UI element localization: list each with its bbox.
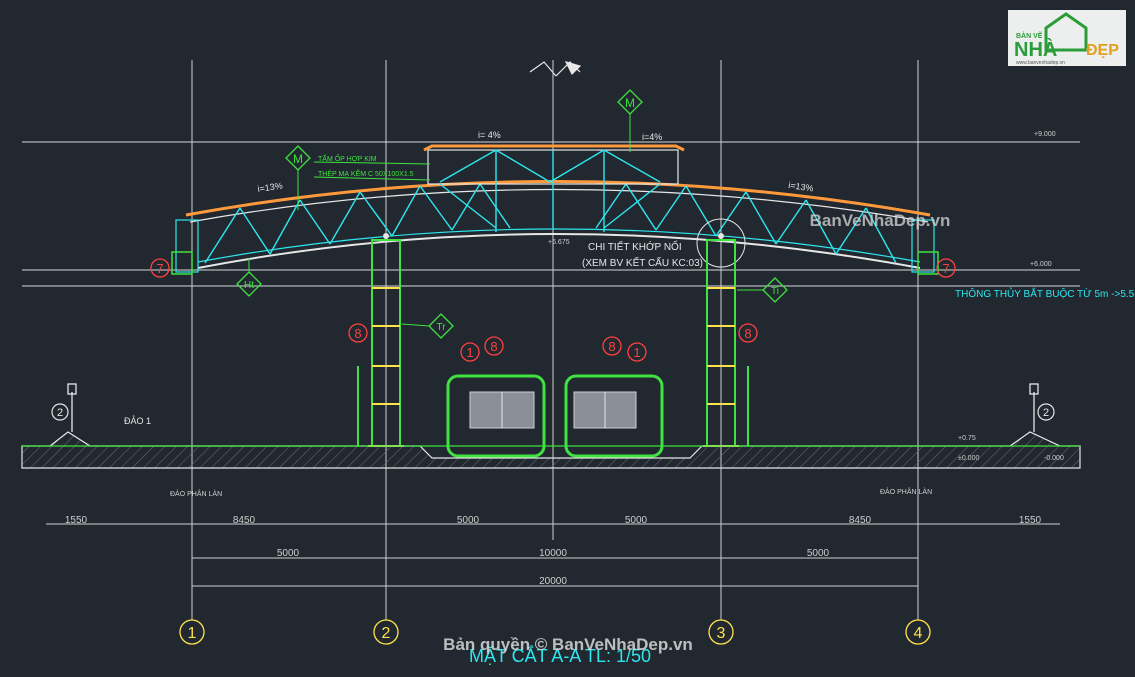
joint-note-2: (XEM BV KẾT CẤU KC:03) [582, 256, 703, 269]
tag-8-b: 8 [490, 339, 497, 354]
lamp-post-left-icon [67, 383, 77, 432]
level-ground-3: -0.000 [1044, 455, 1064, 462]
tag-tr: Tr [436, 322, 446, 333]
axis-4: 4 [914, 625, 923, 642]
tag-1-a: 1 [466, 345, 473, 360]
level-ground-1: +0.75 [958, 435, 976, 442]
lamp-post-right-icon [1029, 383, 1039, 432]
dim-5000-d: 5000 [807, 548, 830, 559]
slope-right: i=13% [788, 180, 814, 193]
slope-left: i=13% [257, 181, 283, 194]
slope-top-right: i=4% [642, 132, 662, 142]
watermark-mid: BanVeNhaDep.vn [810, 211, 951, 230]
dim-5000-a: 5000 [457, 515, 480, 526]
axis-1: 1 [188, 625, 197, 642]
logo-nha: NHÀ [1014, 38, 1057, 61]
material-label-2: THÉP MẠ KẼM C 50X100X1.5 [318, 169, 414, 178]
level-ground-2: ±0.000 [958, 455, 979, 462]
axis-gridlines [191, 60, 919, 620]
tag-8-a: 8 [354, 326, 361, 341]
logo-dep: ĐẸP [1086, 42, 1119, 59]
tag-2-right: 2 [1043, 407, 1049, 419]
cad-section-drawing: M M Ht Tr Ti 7 7 8 8 8 8 1 1 2 2 TẤM ỐP … [21, 10, 1135, 666]
dim-10000: 10000 [539, 548, 567, 559]
dim-1550-left: 1550 [65, 515, 88, 526]
axis-2: 2 [382, 625, 391, 642]
level-top: +9.000 [1034, 131, 1056, 138]
annotations: TẤM ỐP HỢP KIM THÉP MẠ KẼM C 50X100X1.5 … [124, 130, 1135, 498]
clearance-note: THÔNG THỦY BẮT BUỘC TỪ 5m ->5.5m [955, 287, 1135, 300]
watermark-bottom: Bản quyền © BanVeNhaDep.vn [443, 635, 693, 654]
level-mid: +6.675 [548, 239, 570, 246]
toll-booths [446, 374, 664, 458]
material-label-1: TẤM ỐP HỢP KIM [318, 153, 377, 163]
tag-m-left: M [293, 152, 303, 166]
logo-url: www.banvenhadep.vn [1016, 60, 1065, 66]
dim-8450-right: 8450 [849, 515, 872, 526]
axis-3: 3 [717, 625, 726, 642]
tag-2-left: 2 [57, 407, 63, 419]
dim-total: 20000 [539, 576, 567, 587]
site-logo: BẢN VẼ NHÀ ĐẸP www.banvenhadep.vn [1008, 10, 1126, 66]
level-eave: +6.000 [1030, 261, 1052, 268]
tag-m-top: M [625, 96, 635, 110]
dim-5000-b: 5000 [625, 515, 648, 526]
lane-label-right: ĐẢO PHÂN LÀN [880, 487, 932, 496]
tag-8-d: 8 [744, 326, 751, 341]
ground-section [21, 431, 1081, 469]
tag-7-right: 7 [942, 261, 949, 276]
island-label: ĐẢO 1 [124, 415, 151, 426]
dim-5000-c: 5000 [277, 548, 300, 559]
direction-marker-icon [529, 61, 582, 77]
slope-top-left: i= 4% [478, 130, 501, 140]
tag-8-c: 8 [608, 339, 615, 354]
lane-label-left: ĐẢO PHÂN LÀN [170, 489, 222, 498]
joint-note-1: CHI TIẾT KHỚP NỐI [588, 239, 682, 253]
dim-8450-left: 8450 [233, 515, 256, 526]
tag-ht: Ht [244, 280, 254, 291]
tag-1-b: 1 [633, 345, 640, 360]
tag-ti: Ti [771, 286, 779, 297]
tag-7-left: 7 [156, 261, 163, 276]
dim-1550-right: 1550 [1019, 515, 1042, 526]
roof-truss [171, 144, 939, 275]
